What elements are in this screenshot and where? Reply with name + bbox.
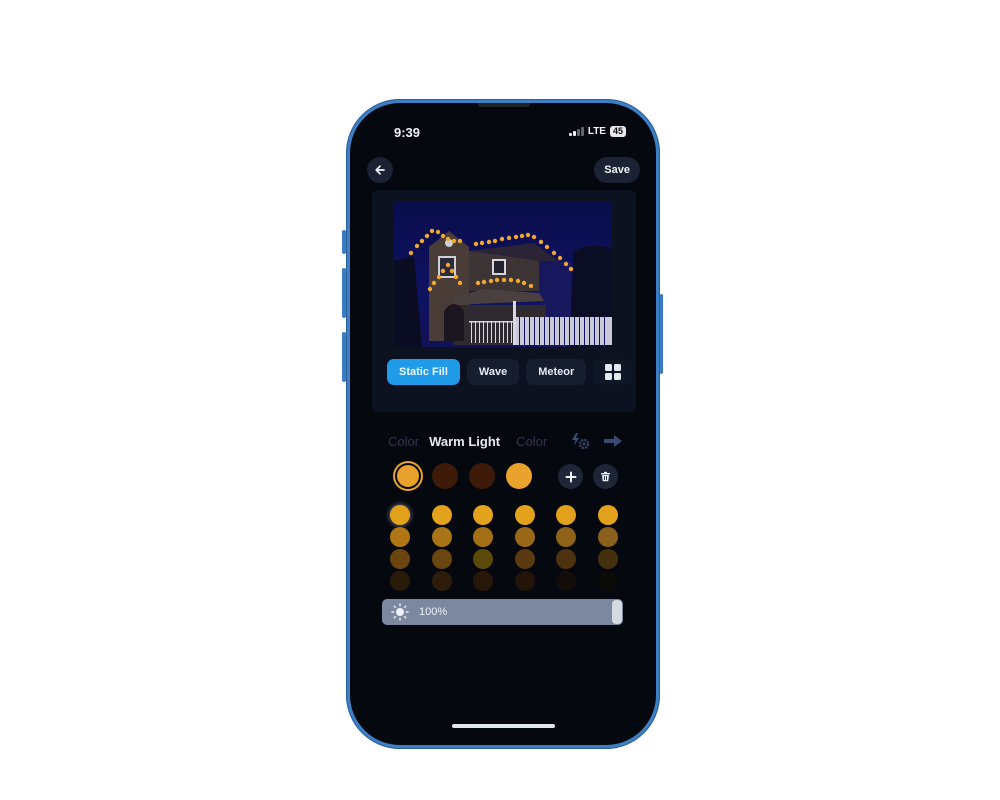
save-button[interactable]: Save [594,157,640,183]
palette-color-dot[interactable] [390,527,410,547]
palette-color-dot[interactable] [556,527,576,547]
selected-color-swatch[interactable] [397,465,419,487]
effect-tabs: Static Fill Wave Meteor [387,359,634,385]
color-palette-grid [390,505,618,591]
brightness-slider[interactable]: 100% [382,599,623,625]
mute-switch [342,230,346,254]
palette-color-dot[interactable] [390,571,410,591]
palette-color-dot[interactable] [556,549,576,569]
battery-icon: 45 [609,126,626,137]
network-type: LTE [587,126,606,137]
back-button[interactable] [367,157,393,183]
palette-color-dot[interactable] [514,505,535,525]
plus-icon [565,471,576,482]
palette-color-dot[interactable] [556,571,576,591]
volume-down-button [342,332,346,382]
mode-option-warm-light[interactable]: Warm Light [429,434,500,449]
palette-color-dot[interactable] [431,505,452,525]
arrow-left-icon [375,165,385,175]
palette-color-dot[interactable] [473,527,493,547]
tab-wave[interactable]: Wave [466,359,520,385]
add-color-button[interactable] [558,464,583,489]
sun-icon [391,603,409,621]
selected-color-swatch[interactable] [432,463,458,489]
palette-color-dot[interactable] [514,571,535,591]
arrow-right-icon[interactable] [603,433,623,449]
more-effects-button[interactable] [593,359,634,385]
tab-static-fill[interactable]: Static Fill [387,359,460,385]
palette-color-dot[interactable] [514,527,535,547]
speaker-grille [478,103,530,107]
lightning-gear-icon[interactable] [570,432,590,450]
color-mode-selector: Color Warm Light Color [388,434,628,449]
mode-option-color-left[interactable]: Color [388,434,419,449]
tab-meteor[interactable]: Meteor [526,359,587,385]
trash-icon [601,471,610,482]
palette-color-dot[interactable] [431,527,452,547]
palette-color-dot[interactable] [390,505,410,525]
palette-color-dot[interactable] [473,505,493,525]
palette-color-dot[interactable] [390,549,410,569]
palette-color-dot[interactable] [473,571,493,591]
brightness-value: 100% [419,606,448,618]
preview-card: Static Fill Wave Meteor [372,190,636,412]
power-button [660,294,663,374]
palette-color-dot[interactable] [597,505,618,525]
volume-up-button [342,268,346,318]
selected-color-swatch[interactable] [469,463,495,489]
selected-colors [395,463,532,489]
palette-color-dot[interactable] [431,571,452,591]
palette-color-dot[interactable] [597,549,618,569]
house-preview-image [394,201,612,347]
mode-option-color-right[interactable]: Color [516,434,547,449]
delete-color-button[interactable] [593,464,618,489]
palette-color-dot[interactable] [514,549,535,569]
grid-icon [605,364,622,380]
palette-color-dot[interactable] [597,571,618,591]
app-screen: 9:39 LTE 45 Save Static Fill Wave Meteor… [350,103,656,745]
palette-color-dot[interactable] [556,505,576,525]
status-time: 9:39 [394,125,421,140]
palette-color-dot[interactable] [597,527,618,547]
palette-color-dot[interactable] [473,549,493,569]
slider-thumb[interactable] [612,600,622,624]
palette-color-dot[interactable] [431,549,452,569]
selected-color-swatch[interactable] [506,463,532,489]
signal-icon [569,127,584,136]
home-indicator[interactable] [452,724,555,728]
house-illustration [394,228,612,347]
status-indicators: LTE 45 [569,126,626,137]
